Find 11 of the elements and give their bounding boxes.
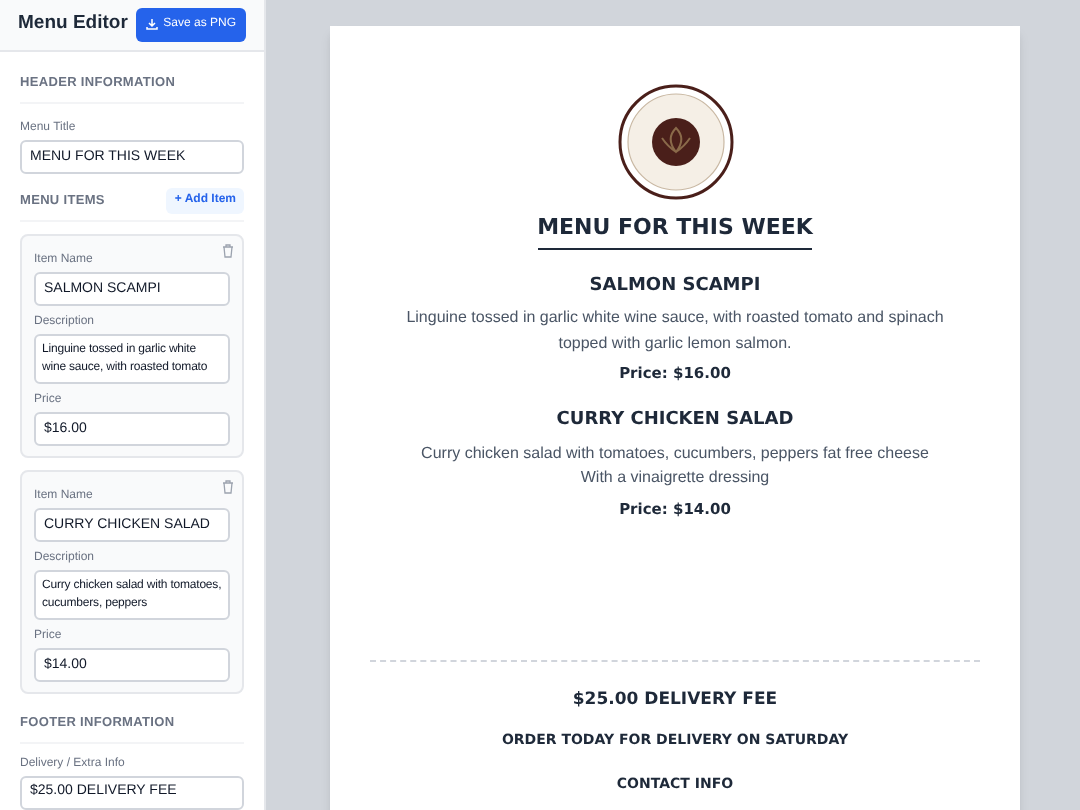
download-icon [145, 18, 158, 31]
item-description: Curry chicken salad with tomatoes, cucumbers, peppers fat free cheese With a vinaigrette dressing [419, 441, 931, 491]
item-description: Linguine tossed in garlic white wine sauce, with roasted tomato and spinach topped with garlic lemon salmon. [405, 306, 945, 356]
trash-icon[interactable] [222, 480, 234, 495]
menu-title: MENU FOR THIS WEEK [537, 212, 813, 249]
delivery-fee: $25.00 DELIVERY FEE [572, 688, 778, 714]
logo-drawing [617, 84, 733, 200]
editor-title: Menu Editor [18, 10, 128, 39]
item-name: CURRY CHICKEN SALAD [556, 408, 794, 435]
trash-icon[interactable] [222, 244, 234, 259]
item-name: SALMON SCAMPI [589, 273, 761, 299]
